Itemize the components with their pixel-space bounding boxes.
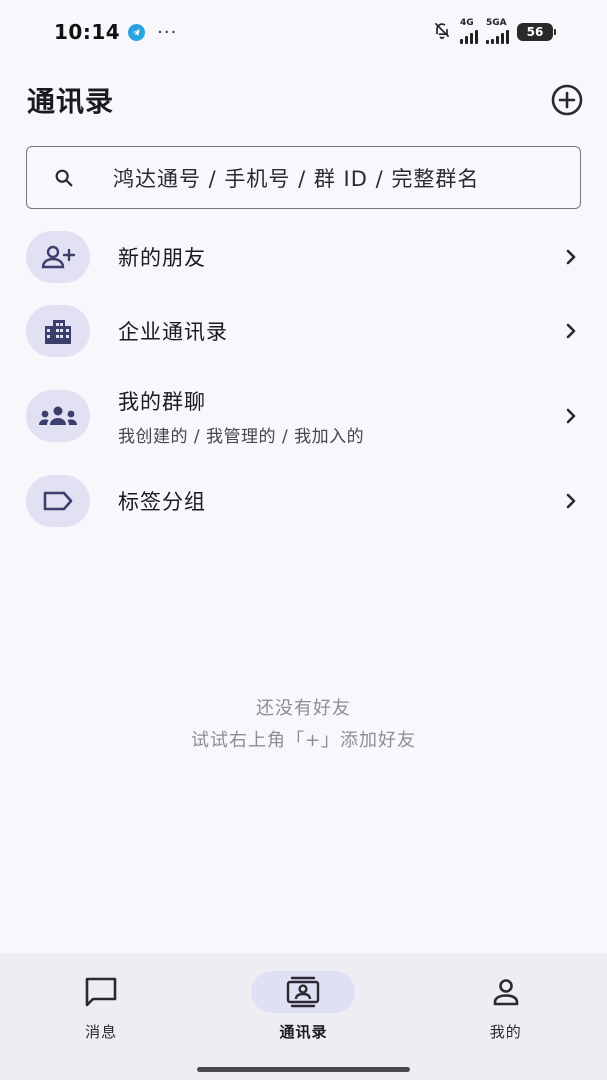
status-bar: 10:14 ··· 4G 5GA 56 [0,0,607,64]
list-item-text: 新的朋友 [118,242,561,272]
list-item-label: 新的朋友 [118,246,206,270]
tag-groups-icon-circle [26,475,90,527]
signal-4g-icon: 4G [460,17,478,44]
nav-label: 通讯录 [279,1023,328,1041]
enterprise-icon-circle [26,305,90,357]
my-groups-icon-circle [26,390,90,442]
list-item-new-friends[interactable]: 新的朋友 [0,220,607,294]
nav-tab-me[interactable]: 我的 [426,953,586,1080]
mute-bell-icon [432,20,452,44]
signal-5ga-icon: 5GA [486,17,509,44]
nav-icon-wrap [454,971,558,1013]
nav-tab-messages[interactable]: 消息 [21,953,181,1080]
chat-bubble-icon [85,977,117,1007]
nav-icon-wrap [49,971,153,1013]
add-contact-button[interactable] [549,82,585,118]
signal-4g-label: 4G [460,17,474,28]
nav-label: 消息 [85,1023,118,1041]
building-icon [45,320,71,344]
empty-state-hint: 试试右上角「+」添加好友 [190,730,417,751]
list-item-text: 企业通讯录 [118,316,561,346]
telegram-icon [128,23,146,41]
list-item-text: 标签分组 [118,486,561,516]
search-icon [53,166,77,190]
app-header: 通讯录 [0,70,607,130]
more-notifications-icon: ··· [157,21,178,43]
signal-5ga-label: 5GA [486,17,507,28]
bottom-navigation: 消息 通讯录 我的 [0,953,607,1080]
list-item-subtitle: 我创建的 / 我管理的 / 我加入的 [118,426,365,447]
contact-entry-list: 新的朋友 企业通讯录 我的群聊 我创建的 / 我管理的 / 我加入的 标签分组 [0,220,607,538]
list-item-enterprise-directory[interactable]: 企业通讯录 [0,294,607,368]
empty-state: 还没有好友 试试右上角「+」添加好友 [0,694,607,752]
list-item-label: 我的群聊 [118,389,206,414]
page-title: 通讯录 [27,85,115,118]
add-circle-icon [551,84,583,116]
search-placeholder: 鸿达通号 / 手机号 / 群 ID / 完整群名 [113,166,480,191]
nav-tab-contacts[interactable]: 通讯录 [223,953,383,1080]
person-add-icon [41,245,76,269]
status-left: 10:14 ··· [54,20,177,44]
home-indicator[interactable] [197,1067,410,1072]
chevron-right-icon [561,321,581,341]
battery-indicator: 56 [517,23,556,41]
status-time: 10:14 [54,20,121,44]
nav-label: 我的 [489,1023,522,1041]
list-item-my-groups[interactable]: 我的群聊 我创建的 / 我管理的 / 我加入的 [0,368,607,464]
person-icon [493,979,519,1006]
status-right: 4G 5GA 56 [432,17,556,44]
nav-active-pill [251,971,356,1013]
contacts-screen: 10:14 ··· 4G 5GA 56 通讯录 鸿达通号 / 手机号 / 群 I… [0,0,607,1080]
list-item-label: 企业通讯录 [118,320,228,344]
list-item-tag-groups[interactable]: 标签分组 [0,464,607,538]
chevron-right-icon [561,406,581,426]
list-item-label: 标签分组 [118,490,206,514]
new-friends-icon-circle [26,231,90,283]
search-input[interactable]: 鸿达通号 / 手机号 / 群 ID / 完整群名 [26,146,581,209]
label-tag-icon [43,491,73,511]
group-icon [39,406,77,425]
chevron-right-icon [561,491,581,511]
empty-state-title: 还没有好友 [256,698,351,719]
contacts-icon [287,976,320,1008]
chevron-right-icon [561,247,581,267]
list-item-text: 我的群聊 我创建的 / 我管理的 / 我加入的 [118,386,561,447]
